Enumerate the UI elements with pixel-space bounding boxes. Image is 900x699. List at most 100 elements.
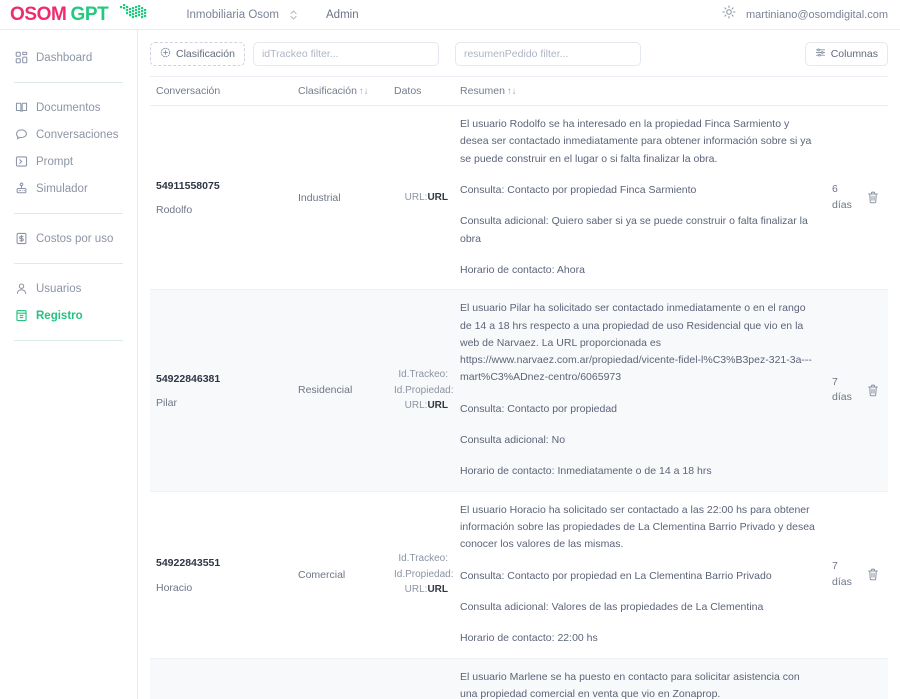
- cell-conversacion: 5492284638128Marlene: [150, 658, 292, 699]
- days-value: 6 días: [832, 182, 852, 211]
- table-body: 54911558075 Rodolfo Industrial URL:URL El us…: [150, 105, 888, 699]
- clasificacion-filter-button[interactable]: Clasificación: [150, 42, 245, 66]
- sidebar-label-simulador: Simulador: [36, 182, 88, 195]
- conversacion-name: Pilar: [156, 397, 178, 410]
- th-clasificacion[interactable]: Clasificación ↑↓: [292, 77, 388, 106]
- sidebar-divider-1: [14, 82, 123, 83]
- cell-resumen: El usuario Pilar ha solicitado ser conta…: [454, 289, 826, 492]
- sort-icon-clasificacion[interactable]: ↑↓: [359, 86, 369, 97]
- clasificacion-filter-label: Clasificación: [176, 48, 235, 60]
- user-email-label[interactable]: martiniano@osomdigital.com: [746, 9, 888, 21]
- columnas-label: Columnas: [830, 48, 878, 60]
- conversacion-id[interactable]: 54922846381: [156, 372, 286, 388]
- trash-icon[interactable]: [864, 568, 882, 581]
- resumen-horario: Horario de contacto: Ahora: [460, 263, 585, 276]
- table-row[interactable]: 54922843551 Horacio Comercial Id.Trackeo: Id…: [150, 491, 888, 659]
- cell-resumen: El usuario Rodolfo se ha interesado en l…: [454, 105, 826, 291]
- clasificacion-value: Comercial: [298, 568, 346, 581]
- sidebar-item-conversaciones[interactable]: Conversaciones: [14, 121, 123, 148]
- sliders-icon: [815, 47, 826, 61]
- conversacion-id[interactable]: 54911558075: [156, 179, 286, 195]
- logo-gpt-text: GPT: [70, 4, 109, 25]
- th-resumen[interactable]: Resumen ↑↓: [454, 77, 826, 106]
- days-value: 7 días: [832, 375, 852, 404]
- th-clasificacion-label: Clasificación: [298, 85, 357, 97]
- trash-icon[interactable]: [864, 191, 882, 204]
- conversacion-name: Horacio: [156, 581, 193, 594]
- chevron-up-down-icon: [289, 8, 298, 22]
- table-header-row: Conversación Clasificación ↑↓ Datos Resum…: [150, 77, 888, 106]
- sidebar-label-prompt: Prompt: [36, 155, 74, 168]
- table-row[interactable]: 5492284638128MarleneComercialId.Trackeo:…: [150, 658, 888, 699]
- resumen-consulta-adicional: Consulta adicional: No: [460, 434, 566, 447]
- main-content: Clasificación Columnas: [138, 29, 900, 699]
- archive-icon: [14, 309, 28, 323]
- cell-resumen: El usuario Marlene se ha puesto en conta…: [454, 658, 826, 699]
- cell-resumen: El usuario Horacio ha solicitado ser con…: [454, 491, 826, 659]
- resumen-consulta: Consulta: Contacto por propiedad en La C…: [460, 569, 772, 582]
- role-label: Admin: [326, 8, 359, 21]
- sidebar-label-costos: Costos por uso: [36, 232, 114, 245]
- cell-delete: [858, 289, 888, 492]
- sidebar-label-usuarios: Usuarios: [36, 282, 82, 295]
- resumen-consulta-adicional: Consulta adicional: Quiero saber si ya s…: [460, 215, 808, 245]
- sidebar-item-costos-por-uso[interactable]: Costos por uso: [14, 225, 123, 252]
- org-switcher[interactable]: Inmobiliaria Osom: [186, 8, 298, 22]
- resumen-consulta: Consulta: Contacto por propiedad: [460, 402, 618, 415]
- clasificacion-value: Residencial: [298, 384, 353, 397]
- cell-clasificacion: Industrial: [292, 105, 388, 291]
- th-resumen-label: Resumen: [460, 85, 505, 97]
- registro-table: Conversación Clasificación ↑↓ Datos Resum…: [150, 77, 888, 699]
- sidebar-label-registro: Registro: [36, 309, 83, 322]
- sidebar-group-admin: Usuarios Registro: [0, 275, 137, 329]
- sidebar-item-simulador[interactable]: Simulador: [14, 175, 123, 202]
- cell-datos: Id.Trackeo: Id.Propiedad: URL:URL: [388, 289, 454, 492]
- conversacion-id[interactable]: 54922843551: [156, 556, 286, 572]
- th-datos-label: Datos: [394, 85, 422, 97]
- sidebar-group-costs: Costos por uso: [0, 225, 137, 252]
- org-name-label: Inmobiliaria Osom: [186, 8, 279, 21]
- th-delete: [858, 77, 888, 106]
- cell-days: 7 días: [826, 491, 858, 659]
- datos-url-value[interactable]: URL: [427, 584, 448, 595]
- cell-delete: [858, 658, 888, 699]
- resumen-paragraph: El usuario Marlene se ha puesto en conta…: [460, 670, 800, 699]
- chat-bubble-icon: [14, 128, 28, 142]
- cell-days: 6 días: [826, 105, 858, 291]
- datos-url-value[interactable]: URL: [427, 400, 448, 411]
- conversacion-name: Rodolfo: [156, 204, 193, 217]
- columnas-button[interactable]: Columnas: [804, 42, 888, 66]
- resumen-paragraph: El usuario Horacio ha solicitado ser con…: [460, 503, 815, 551]
- sidebar-item-dashboard[interactable]: Dashboard: [14, 44, 123, 71]
- cell-delete: [858, 491, 888, 659]
- th-conversacion: Conversación: [150, 77, 292, 106]
- resumenpedido-filter-input[interactable]: [454, 42, 641, 66]
- sun-icon[interactable]: [722, 5, 736, 24]
- cell-days: 7 días: [826, 289, 858, 492]
- table-head: Conversación Clasificación ↑↓ Datos Resum…: [150, 77, 888, 106]
- clasificacion-value: Industrial: [298, 191, 341, 204]
- table-row[interactable]: 54911558075 Rodolfo Industrial URL:URL El us…: [150, 105, 888, 291]
- sidebar-item-usuarios[interactable]: Usuarios: [14, 275, 123, 302]
- th-datos: Datos: [388, 77, 454, 106]
- registro-table-wrapper: Conversación Clasificación ↑↓ Datos Resum…: [150, 76, 888, 699]
- datos-url-label: URL:: [404, 191, 428, 203]
- sidebar-item-registro[interactable]: Registro: [14, 302, 123, 329]
- sidebar-group-main: Dashboard: [0, 44, 137, 71]
- sort-icon-resumen[interactable]: ↑↓: [507, 86, 517, 97]
- table-row[interactable]: 54922846381 Pilar Residencial Id.Trackeo: Id…: [150, 289, 888, 492]
- sidebar-item-prompt[interactable]: Prompt: [14, 148, 123, 175]
- sidebar-label-conversaciones: Conversaciones: [36, 128, 119, 141]
- trash-icon[interactable]: [864, 384, 882, 397]
- joystick-icon: [14, 182, 28, 196]
- sidebar-item-documentos[interactable]: Documentos: [14, 94, 123, 121]
- idtrackeo-filter-input[interactable]: [252, 42, 439, 66]
- brand-logo[interactable]: OSOM GPT: [10, 3, 148, 26]
- datos-url-label: URL:: [404, 400, 428, 412]
- user-icon: [14, 282, 28, 296]
- receipt-icon: [14, 232, 28, 246]
- app-root: OSOM GPT Inmobiliaria Osom Admin martini…: [0, 0, 900, 699]
- datos-url-value[interactable]: URL: [427, 192, 448, 203]
- sidebar-divider-3: [14, 263, 123, 264]
- resumen-consulta-adicional: Consulta adicional: Valores de las propi…: [460, 600, 764, 613]
